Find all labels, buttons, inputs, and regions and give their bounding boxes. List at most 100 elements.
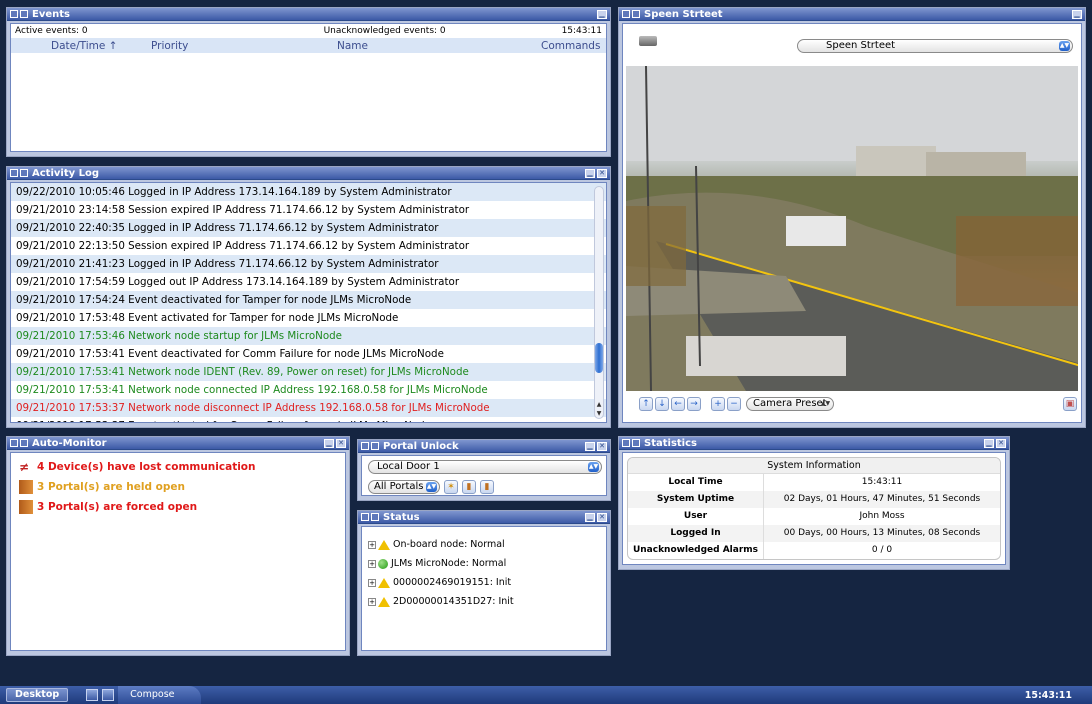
forced-open-alert[interactable]: 3 Portal(s) are forced open: [11, 497, 345, 517]
close-icon[interactable]: ✕: [597, 441, 607, 451]
log-entry[interactable]: 09/21/2010 21:41:23 Logged in IP Address…: [11, 255, 606, 273]
auto-monitor-titlebar[interactable]: Auto-Monitor ▁ ✕: [7, 437, 349, 450]
pan-down-icon[interactable]: ↓: [655, 397, 669, 411]
auto-monitor-panel: Auto-Monitor ▁ ✕ ≠ 4 Device(s) have lost …: [6, 436, 350, 656]
portal-unlock-titlebar[interactable]: Portal Unlock ▁ ✕: [358, 440, 610, 453]
compose-tab[interactable]: Compose: [118, 686, 201, 704]
log-entry[interactable]: 09/21/2010 17:53:46 Network node startup…: [11, 327, 606, 345]
camera-panel: Speen Strteet ▁ Speen Strteet ▲▼ ↑ ↓ ← →…: [618, 7, 1086, 428]
comm-lost-icon: ≠: [19, 460, 30, 474]
expand-icon[interactable]: +: [368, 578, 376, 587]
pan-left-icon[interactable]: ←: [671, 397, 685, 411]
expand-icon[interactable]: +: [368, 597, 376, 606]
door-forced-icon: [19, 500, 33, 514]
camera-preset-label: Camera Preset: [753, 398, 827, 409]
log-entry[interactable]: 09/21/2010 17:53:41 Network node IDENT (…: [11, 363, 606, 381]
minimize-icon[interactable]: ▁: [585, 168, 595, 178]
unlock-door-icon[interactable]: ▮: [462, 480, 476, 494]
stat-label: Logged In: [628, 525, 764, 542]
events-panel: Events ▁ Active events: 0 Unacknowledged…: [6, 7, 611, 157]
portal-filter-select[interactable]: All Portals ▲▼: [368, 480, 440, 494]
unlock-star-icon[interactable]: ✶: [444, 480, 458, 494]
scroll-down-icon[interactable]: ▼: [595, 410, 603, 417]
window-menu-icon[interactable]: [622, 10, 630, 18]
window-menu-icon[interactable]: [361, 442, 369, 450]
comm-lost-alert[interactable]: ≠ 4 Device(s) have lost communication: [11, 457, 345, 477]
pan-right-icon[interactable]: →: [687, 397, 701, 411]
window-menu-icon[interactable]: [10, 169, 18, 177]
activity-log-scrollbar[interactable]: ▲ ▼: [594, 186, 604, 419]
log-entry[interactable]: 09/21/2010 22:40:35 Logged in IP Address…: [11, 219, 606, 237]
expand-icon[interactable]: +: [368, 540, 376, 549]
close-icon[interactable]: ✕: [597, 512, 607, 522]
compose-icon[interactable]: [102, 689, 115, 701]
log-entry[interactable]: 09/21/2010 17:53:41 Network node connect…: [11, 381, 606, 399]
camera-titlebar[interactable]: Speen Strteet ▁: [619, 8, 1085, 21]
taskbar: Desktop Compose 15:43:11: [0, 686, 1092, 704]
statistics-titlebar[interactable]: Statistics ▁ ✕: [619, 437, 1009, 450]
log-entry[interactable]: 09/21/2010 17:53:37 Network node disconn…: [11, 399, 606, 417]
desktop-button[interactable]: Desktop: [6, 688, 69, 702]
status-node[interactable]: +0000002469019151: Init: [362, 573, 606, 592]
log-entry[interactable]: 09/22/2010 10:05:46 Logged in IP Address…: [11, 183, 606, 201]
status-node[interactable]: +2D00000014351D27: Init: [362, 592, 606, 611]
log-entry[interactable]: 09/21/2010 22:13:50 Session expired IP A…: [11, 237, 606, 255]
status-titlebar[interactable]: Status ▁ ✕: [358, 511, 610, 524]
expand-icon[interactable]: +: [368, 559, 376, 568]
minimize-icon[interactable]: ▁: [984, 438, 994, 448]
door-select[interactable]: Local Door 1 ▲▼: [368, 460, 602, 474]
window-menu-icon[interactable]: [10, 439, 18, 447]
camera-select[interactable]: Speen Strteet ▲▼: [797, 39, 1073, 53]
stat-row: Logged In 00 Days, 00 Hours, 13 Minutes, …: [628, 525, 1000, 542]
events-titlebar[interactable]: Events ▁: [7, 8, 610, 21]
zoom-in-icon[interactable]: +: [711, 397, 725, 411]
column-priority[interactable]: Priority: [151, 40, 251, 52]
log-entry[interactable]: 09/21/2010 23:14:58 Session expired IP A…: [11, 201, 606, 219]
minimize-icon[interactable]: ▁: [585, 441, 595, 451]
activity-log-title: Activity Log: [32, 167, 100, 179]
column-datetime[interactable]: Date/Time ↑: [51, 40, 151, 52]
log-entry[interactable]: 09/21/2010 17:53:37 Event activated for …: [11, 417, 606, 422]
close-icon[interactable]: ✕: [336, 438, 346, 448]
stat-row: System Uptime 02 Days, 01 Hours, 47 Minut…: [628, 491, 1000, 508]
log-entry[interactable]: 09/21/2010 17:54:59 Logged out IP Addres…: [11, 273, 606, 291]
pan-up-icon[interactable]: ↑: [639, 397, 653, 411]
minimize-icon[interactable]: ▁: [324, 438, 334, 448]
door-held-icon: [19, 480, 33, 494]
close-icon[interactable]: ✕: [597, 168, 607, 178]
held-open-alert[interactable]: 3 Portal(s) are held open: [11, 477, 345, 497]
window-icon: [20, 169, 28, 177]
status-node[interactable]: + JLMs MicroNode: Normal: [362, 554, 606, 573]
portal-unlock-panel: Portal Unlock ▁ ✕ Local Door 1 ▲▼ All Po…: [357, 439, 611, 501]
window-menu-icon[interactable]: [622, 439, 630, 447]
minimize-icon[interactable]: ▁: [597, 9, 607, 19]
status-title: Status: [383, 511, 420, 523]
column-name[interactable]: Name: [337, 40, 457, 52]
lock-door-icon[interactable]: ▮: [480, 480, 494, 494]
events-body: Active events: 0 Unacknowledged events: …: [10, 23, 607, 152]
close-icon[interactable]: ✕: [996, 438, 1006, 448]
window-list-icon[interactable]: [86, 689, 99, 701]
minimize-icon[interactable]: ▁: [585, 512, 595, 522]
scroll-up-icon[interactable]: ▲: [595, 401, 603, 408]
status-body: + On-board node: Normal + JLMs MicroNode: …: [361, 526, 607, 651]
log-entry[interactable]: 09/21/2010 17:53:48 Event activated for …: [11, 309, 606, 327]
status-node-label: JLMs MicroNode: Normal: [391, 558, 507, 569]
portal-filter-value: All Portals: [374, 481, 424, 492]
log-entry[interactable]: 09/21/2010 17:53:41 Event deactivated fo…: [11, 345, 606, 363]
status-node-label: 2D00000014351D27: Init: [393, 596, 514, 607]
snapshot-icon[interactable]: ▣: [1063, 397, 1077, 411]
minimize-icon[interactable]: ▁: [1072, 9, 1082, 19]
camera-video-feed[interactable]: [626, 66, 1078, 391]
column-commands[interactable]: Commands: [541, 40, 600, 52]
log-entry[interactable]: 09/21/2010 17:54:24 Event deactivated fo…: [11, 291, 606, 309]
activity-log-titlebar[interactable]: Activity Log ▁ ✕: [7, 167, 610, 180]
camera-preset-select[interactable]: Camera Preset ▲▼: [746, 397, 834, 411]
status-node[interactable]: + On-board node: Normal: [362, 535, 606, 554]
window-menu-icon[interactable]: [361, 513, 369, 521]
portal-actions: All Portals ▲▼ ✶ ▮ ▮: [368, 480, 494, 494]
scroll-thumb[interactable]: [595, 343, 603, 373]
portal-unlock-title: Portal Unlock: [383, 440, 459, 452]
window-menu-icon[interactable]: [10, 10, 18, 18]
zoom-out-icon[interactable]: −: [727, 397, 741, 411]
